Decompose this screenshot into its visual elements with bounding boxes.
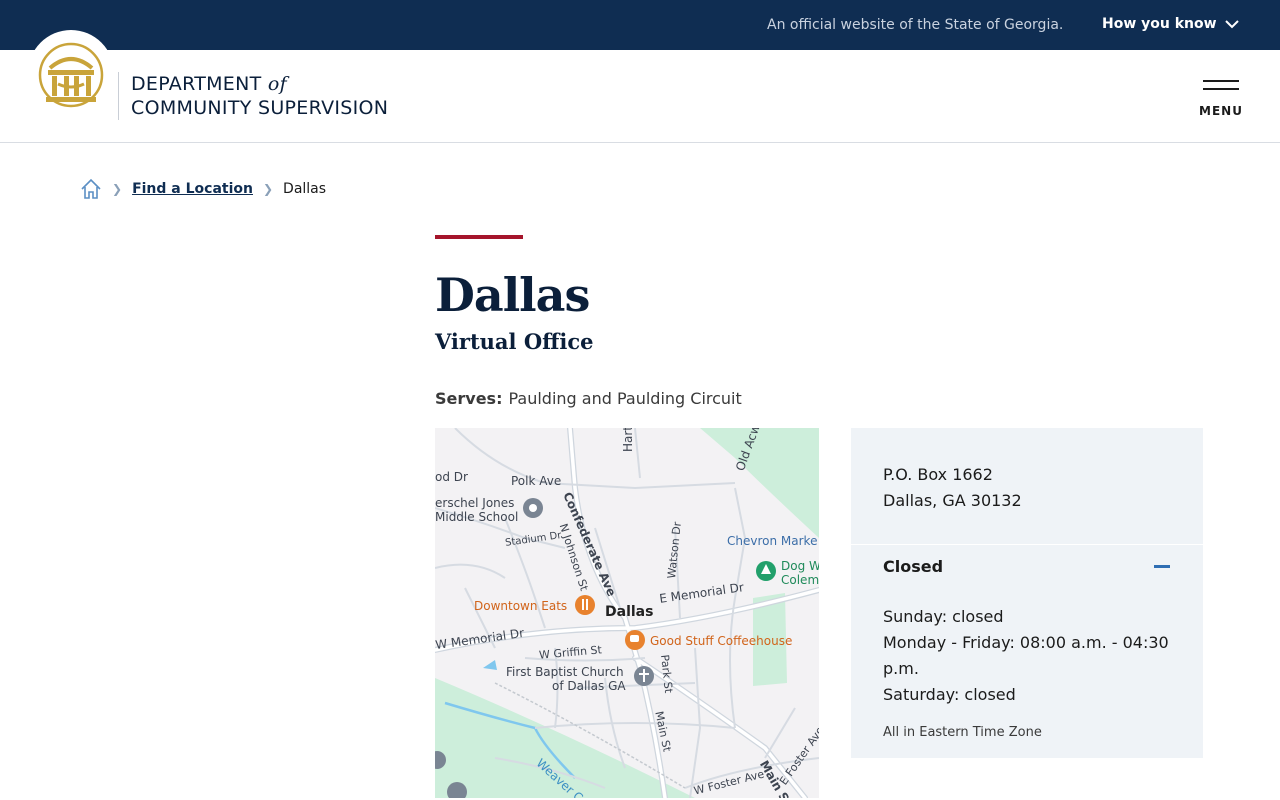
- hamburger-icon-bar: [1203, 88, 1239, 90]
- map-label: Chevron Marke: [727, 534, 818, 548]
- office-hours: Sunday: closed Monday - Friday: 08:00 a.…: [883, 604, 1183, 708]
- breadcrumb-current: Dallas: [283, 181, 327, 197]
- agency-line1: DEPARTMENT: [131, 73, 262, 95]
- map-label: First Baptist Church: [506, 665, 624, 679]
- map-label: of Dallas GA: [552, 679, 626, 693]
- agency-of: of: [267, 73, 287, 95]
- office-status: Closed: [883, 557, 944, 576]
- breadcrumb: ❯ Find a Location ❯ Dallas: [80, 178, 326, 200]
- logo-divider: [118, 72, 119, 120]
- official-banner: An official website of the State of Geor…: [0, 0, 1280, 50]
- hamburger-icon: [1203, 80, 1239, 82]
- address-line2: Dallas, GA 30132: [883, 491, 1022, 510]
- hours-sunday: Sunday: closed: [883, 607, 1004, 626]
- map-label: Good Stuff Coffeehouse: [650, 634, 793, 648]
- hours-collapse-button[interactable]: [1153, 562, 1171, 572]
- menu-label: MENU: [1199, 104, 1243, 118]
- serves-row: Serves: Paulding and Paulding Circuit: [435, 389, 742, 408]
- timezone-note: All in Eastern Time Zone: [883, 725, 1042, 740]
- agency-line2: COMMUNITY SUPERVISION: [131, 97, 389, 119]
- home-icon[interactable]: [80, 178, 102, 200]
- address: P.O. Box 1662 Dallas, GA 30132: [883, 462, 1022, 514]
- how-you-know-label: How you know: [1102, 16, 1217, 32]
- map-label: Colem: [781, 573, 819, 587]
- card-divider: [851, 544, 1203, 545]
- logo-link[interactable]: [28, 30, 114, 116]
- page-title: Dallas: [435, 268, 590, 322]
- map-label: Dog W: [781, 559, 819, 573]
- how-you-know-toggle[interactable]: How you know: [1102, 16, 1239, 32]
- agency-name[interactable]: DEPARTMENT of COMMUNITY SUPERVISION: [131, 72, 388, 120]
- minus-icon: [1154, 565, 1170, 568]
- map-label: Downtown Eats: [474, 599, 568, 613]
- map-label: erschel Jones: [435, 496, 515, 510]
- serves-value: Paulding and Paulding Circuit: [508, 389, 742, 408]
- site-header: DEPARTMENT of COMMUNITY SUPERVISION MENU: [0, 30, 1280, 143]
- chevron-right-icon: ❯: [112, 182, 123, 196]
- georgia-seal-icon: [38, 42, 104, 108]
- map-label: Dallas: [605, 604, 654, 620]
- location-map[interactable]: od Dr Polk Ave Hart Old Acwo erschel Jon…: [435, 428, 819, 798]
- chevron-right-icon: ❯: [262, 182, 274, 196]
- menu-button[interactable]: MENU: [1196, 78, 1246, 122]
- map-label: Middle School: [435, 510, 519, 524]
- title-accent-bar: [435, 235, 523, 239]
- hours-weekdays: Monday - Friday: 08:00 a.m. - 04:30 p.m.: [883, 633, 1169, 678]
- serves-label: Serves:: [435, 389, 503, 408]
- page-subtitle: Virtual Office: [435, 329, 594, 354]
- map-label: od Dr: [435, 470, 468, 484]
- address-line1: P.O. Box 1662: [883, 465, 993, 484]
- map-label: Polk Ave: [511, 474, 562, 488]
- location-info-card: P.O. Box 1662 Dallas, GA 30132 Closed Su…: [851, 428, 1203, 758]
- chevron-down-icon: [1224, 19, 1239, 28]
- breadcrumb-find-location-link[interactable]: Find a Location: [132, 181, 253, 197]
- map-label: Hart: [621, 428, 635, 452]
- hours-saturday: Saturday: closed: [883, 685, 1016, 704]
- official-website-text: An official website of the State of Geor…: [767, 17, 1064, 33]
